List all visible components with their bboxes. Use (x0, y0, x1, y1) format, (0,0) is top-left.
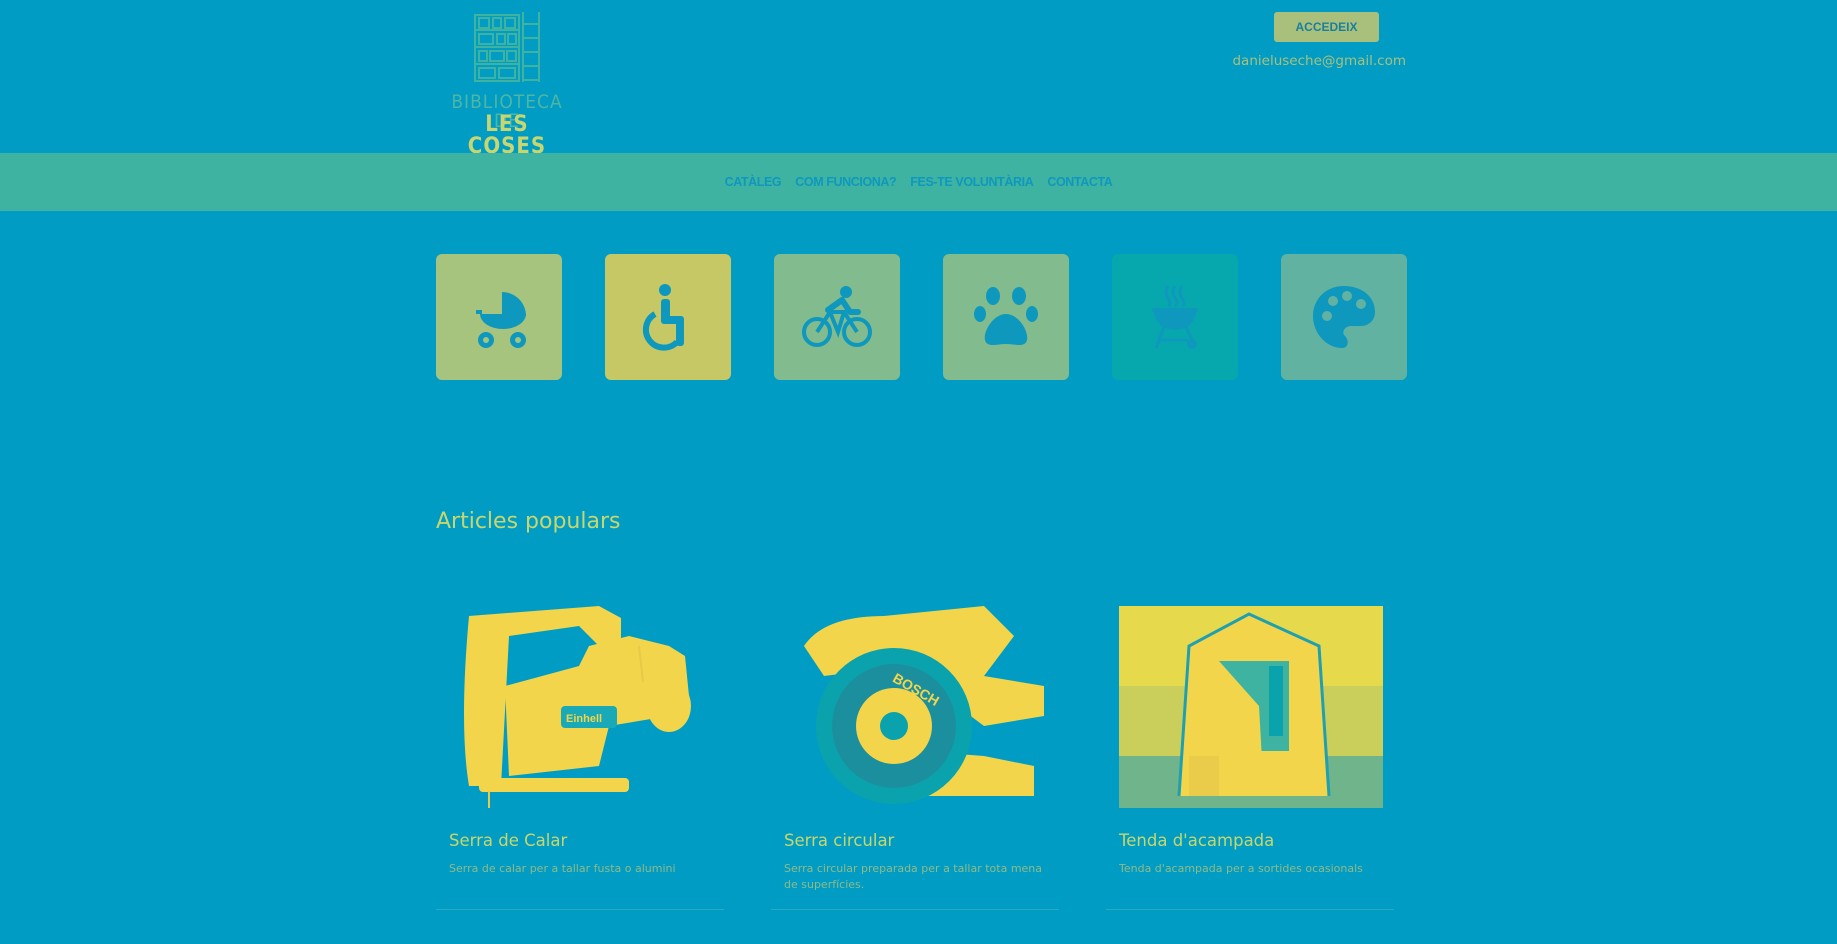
product-divider (771, 909, 1059, 910)
product-description: Serra de calar per a tallar fusta o alum… (449, 862, 676, 875)
bookshelf-ladder-icon (474, 12, 540, 82)
site-logo[interactable]: BIBLIOTECA DE LES COSES (443, 10, 571, 158)
product-description: Serra circular preparada per a tallar to… (784, 862, 1043, 891)
product-divider (1106, 909, 1394, 910)
logo-title-line2: LES COSES (467, 112, 547, 159)
section-title-popular: Articles populars (436, 509, 621, 534)
main-navigation: CATÀLEG COM FUNCIONA? FES-TE VOLUNTÀRIA … (0, 153, 1837, 211)
product-image: BOSCH (784, 606, 1048, 808)
product-card[interactable]: Einhell Serra de Calar Serra de calar pe… (436, 606, 724, 911)
baby-carriage-icon (476, 292, 526, 348)
svg-text:Einhell: Einhell (566, 713, 602, 725)
bicycle-icon (802, 286, 872, 347)
product-image: Einhell (449, 606, 713, 808)
circular-saw-image: BOSCH (784, 606, 1048, 808)
product-divider (436, 909, 724, 910)
jigsaw-image: Einhell (449, 606, 713, 808)
product-card[interactable]: BOSCH Serra circular Serra circular prep… (771, 606, 1059, 911)
wheelchair-icon (642, 284, 684, 351)
site-header: BIBLIOTECA DE LES COSES ACCEDEIX danielu… (0, 0, 1837, 158)
nav-item-cataleg[interactable]: CATÀLEG (725, 175, 782, 189)
category-tile-bbq[interactable] (1112, 254, 1238, 380)
user-email[interactable]: danieluseche@gmail.com (1232, 53, 1406, 69)
category-tile-pets[interactable] (943, 254, 1069, 380)
category-tile-bikes[interactable] (774, 254, 900, 380)
category-tile-art[interactable] (1281, 254, 1407, 380)
category-tile-mobility[interactable] (605, 254, 731, 380)
grill-icon (1152, 285, 1198, 349)
product-name[interactable]: Serra circular (784, 831, 894, 850)
product-image (1119, 606, 1383, 808)
nav-item-voluntaria[interactable]: FES-TE VOLUNTÀRIA (910, 175, 1033, 189)
category-tile-baby[interactable] (436, 254, 562, 380)
nav-item-com-funciona[interactable]: COM FUNCIONA? (795, 175, 896, 189)
product-name[interactable]: Serra de Calar (449, 831, 567, 850)
paw-icon (974, 287, 1038, 345)
palette-icon (1313, 286, 1375, 348)
login-button[interactable]: ACCEDEIX (1274, 12, 1379, 42)
product-card[interactable]: Tenda d'acampada Tenda d'acampada per a … (1106, 606, 1394, 911)
category-grid (436, 254, 1407, 380)
product-name[interactable]: Tenda d'acampada (1119, 831, 1274, 850)
nav-item-contacta[interactable]: CONTACTA (1047, 175, 1112, 189)
product-description: Tenda d'acampada per a sortides ocasiona… (1119, 862, 1363, 875)
tent-image (1119, 606, 1383, 808)
